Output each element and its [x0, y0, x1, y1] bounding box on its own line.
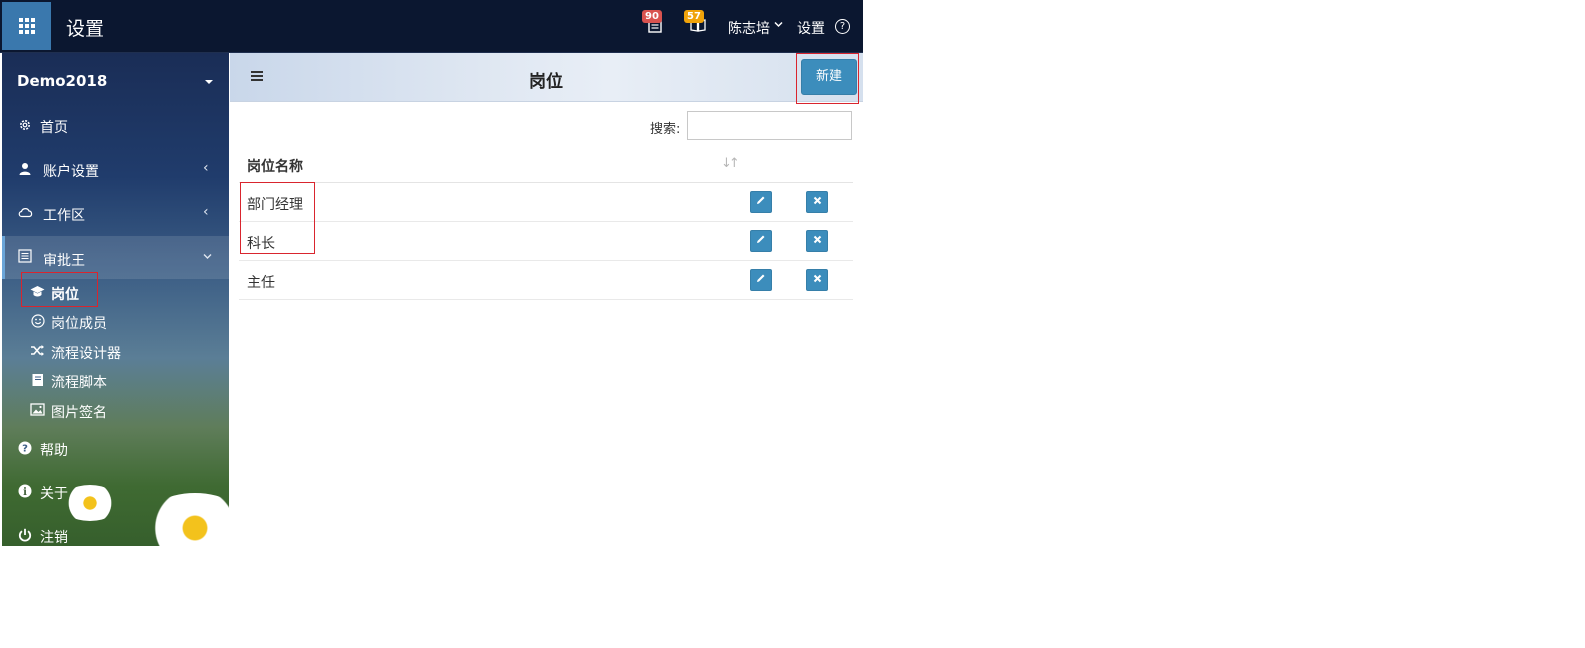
sort-icon[interactable]: ↓↑ [721, 156, 740, 171]
active-indicator [2, 236, 5, 279]
user-menu[interactable]: 陈志培 [728, 18, 770, 38]
book-icon [30, 373, 45, 388]
sidebar-item-label: 首页 [40, 120, 68, 136]
highlight-box [240, 182, 315, 254]
tasks-count-badge: 57 [684, 10, 704, 23]
gear-icon [18, 118, 32, 132]
svg-text:i: i [23, 487, 27, 498]
sidebar-subitem-label: 岗位成员 [51, 316, 107, 332]
highlight-box [796, 53, 859, 104]
image-icon [30, 403, 45, 418]
shuffle-icon [30, 344, 45, 359]
list-icon [18, 249, 32, 263]
search-label: 搜索: [650, 122, 681, 137]
sidebar-item-account-settings[interactable]: 账户设置 ‹ [2, 149, 229, 189]
chevron-left-icon: ‹ [203, 160, 209, 176]
delete-button[interactable] [806, 191, 828, 213]
sidebar-item-about[interactable]: i 关于 [2, 471, 229, 511]
app-window: 设置 90 57 陈志培 设置 ? Demo2018 首页 账户设置 ‹ 工作区… [0, 0, 863, 546]
table-cell-position-name: 主任 [247, 275, 275, 291]
sidebar: Demo2018 首页 账户设置 ‹ 工作区 ‹ 审批王 岗位 岗位成员 流程设… [2, 53, 250, 546]
grid-icon [19, 18, 35, 34]
sidebar-subitem-flow-designer[interactable]: 流程设计器 [2, 338, 229, 366]
sidebar-subitem-label: 流程设计器 [51, 346, 121, 362]
sidebar-item-home[interactable]: 首页 [2, 105, 229, 145]
caret-down-icon [205, 80, 213, 84]
pencil-icon [757, 235, 765, 243]
power-icon [18, 528, 32, 542]
edit-button[interactable] [750, 191, 772, 213]
settings-link[interactable]: 设置 [797, 18, 825, 38]
close-icon [813, 274, 821, 283]
user-icon [18, 162, 32, 176]
sidebar-item-label: 关于 [40, 486, 68, 502]
sidebar-item-label: 工作区 [43, 208, 85, 224]
chevron-down-icon [203, 249, 212, 265]
sidebar-subitem-label: 图片签名 [51, 405, 107, 421]
sidebar-subitem-label: 流程脚本 [51, 375, 107, 391]
table-row: 主任 [239, 261, 853, 300]
sidebar-item-logout[interactable]: 注销 [2, 515, 229, 546]
close-icon [813, 196, 821, 205]
close-icon [813, 235, 821, 244]
delete-button[interactable] [806, 230, 828, 252]
pencil-icon [757, 274, 765, 282]
hamburger-menu-icon[interactable] [251, 71, 263, 81]
highlight-box [21, 272, 98, 307]
sidebar-item-workspace[interactable]: 工作区 ‹ [2, 193, 229, 233]
chevron-down-icon [774, 19, 783, 32]
app-title: 设置 [66, 18, 105, 40]
sidebar-subitem-position-members[interactable]: 岗位成员 [2, 308, 229, 336]
delete-button[interactable] [806, 269, 828, 291]
svg-text:?: ? [22, 444, 28, 455]
messages-count-badge: 90 [642, 10, 662, 23]
edit-button[interactable] [750, 269, 772, 291]
sidebar-subitem-flow-script[interactable]: 流程脚本 [2, 367, 229, 395]
table-row: 科长 [239, 222, 853, 261]
sidebar-subitem-image-signature[interactable]: 图片签名 [2, 397, 229, 425]
tasks-button[interactable]: 57 [684, 10, 706, 33]
smile-icon [30, 314, 45, 329]
search-input[interactable] [687, 111, 852, 140]
sidebar-item-label: 账户设置 [43, 164, 99, 180]
org-switcher[interactable]: Demo2018 [17, 72, 107, 90]
table-row: 部门经理 [239, 183, 853, 222]
column-header-position-name[interactable]: 岗位名称 [247, 156, 303, 176]
info-circle-icon: i [18, 484, 32, 498]
edit-button[interactable] [750, 230, 772, 252]
sidebar-item-label: 帮助 [40, 443, 68, 459]
top-navbar: 设置 90 57 陈志培 设置 ? [0, 0, 863, 53]
chevron-left-icon: ‹ [203, 204, 209, 220]
page-title: 岗位 [529, 72, 563, 92]
sidebar-item-label: 注销 [40, 530, 68, 546]
question-circle-icon: ? [18, 441, 32, 455]
cloud-icon [18, 206, 33, 220]
app-grid-button[interactable] [2, 2, 51, 50]
sidebar-item-label: 审批王 [43, 253, 85, 269]
messages-button[interactable]: 90 [642, 10, 662, 33]
help-circle-icon[interactable]: ? [835, 19, 850, 34]
pencil-icon [757, 196, 765, 204]
sidebar-item-help[interactable]: ? 帮助 [2, 428, 229, 468]
